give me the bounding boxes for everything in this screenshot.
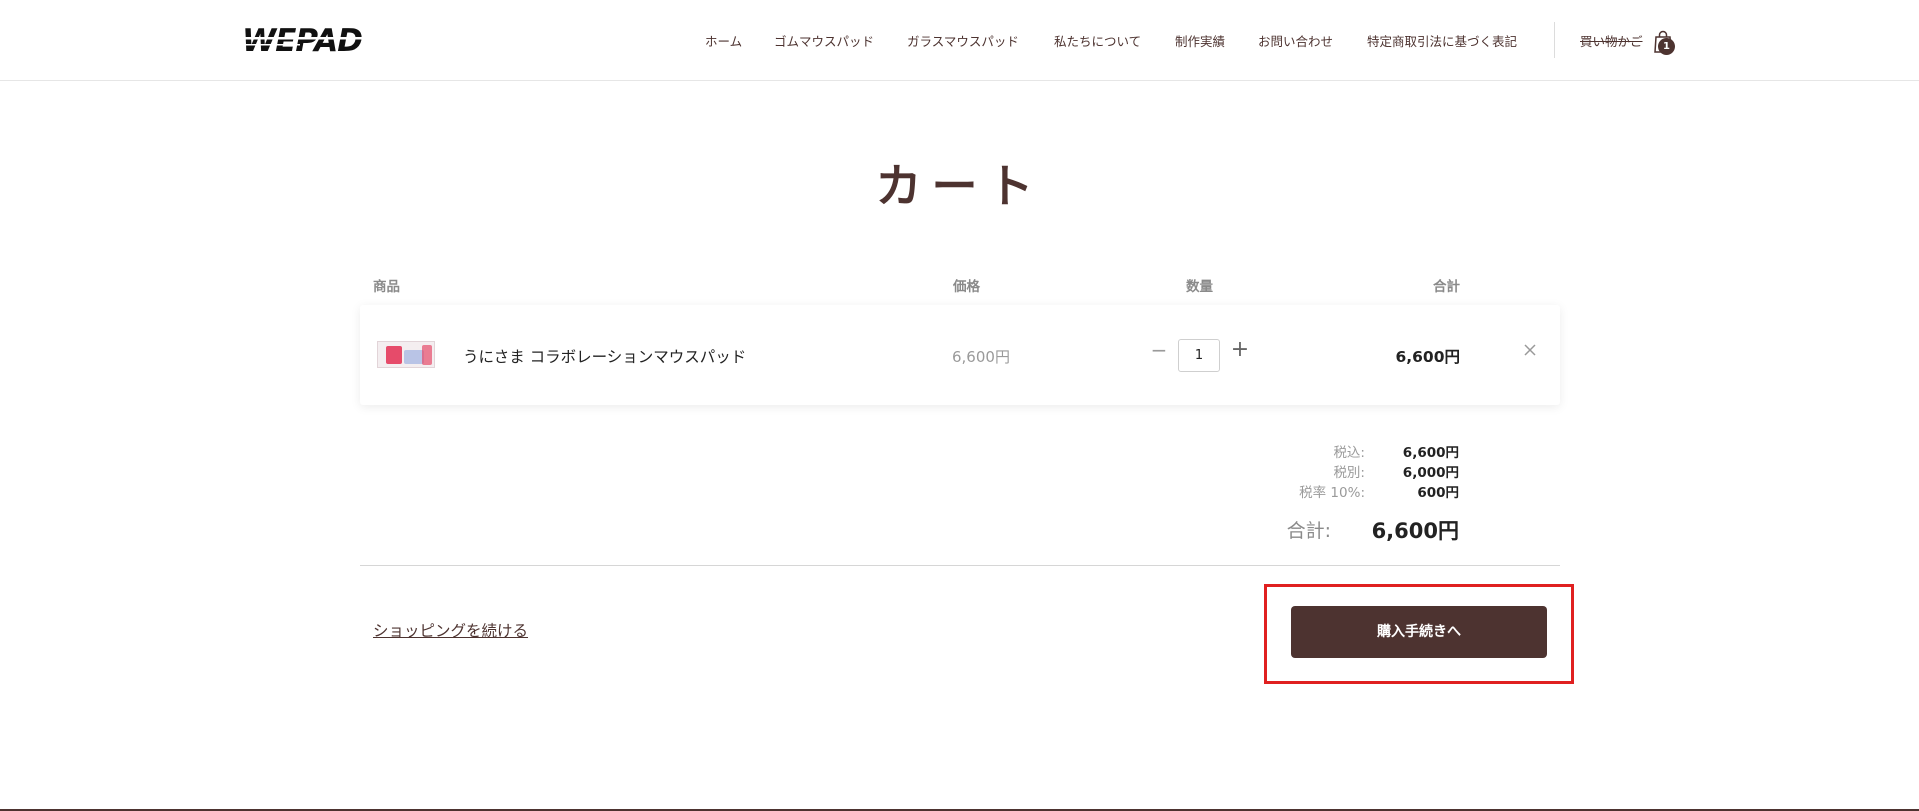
quantity-increase-button[interactable]: + [1229,338,1251,362]
nav-item-about[interactable]: 私たちについて [1054,31,1141,50]
quantity-decrease-button[interactable]: − [1149,338,1169,362]
nav-item-rubber-mousepad[interactable]: ゴムマウスパッド [774,31,874,50]
nav-item-contact[interactable]: お問い合わせ [1258,31,1333,50]
nav-item-glass-mousepad[interactable]: ガラスマウスパッド [907,31,1019,50]
cart-link[interactable]: 買い物かご [1580,31,1643,50]
line-total: 6,600円 [1395,348,1460,366]
tax-included-value: 6,600円 [1402,445,1459,461]
nav-item-works[interactable]: 制作実績 [1175,31,1225,50]
page-title: カート [875,159,1044,213]
nav-item-home[interactable]: ホーム [705,31,742,50]
nav-divider [1554,22,1555,58]
column-header-total: 合計 [1433,279,1460,295]
tax-rate-label: 税率 10%: [1299,485,1365,501]
tax-excluded-value: 6,000円 [1402,465,1459,481]
column-header-product: 商品 [373,279,400,295]
product-price: 6,600円 [952,348,1010,366]
tax-included-label: 税込: [1333,445,1365,461]
summary-divider [360,565,1560,566]
grand-total-label: 合計: [1286,520,1331,542]
product-name[interactable]: うにさま コラボレーションマウスパッド [463,345,746,367]
column-header-quantity: 数量 [1186,279,1213,295]
product-thumbnail[interactable] [377,341,435,368]
tax-excluded-label: 税別: [1333,465,1365,481]
continue-shopping-link[interactable]: ショッピングを続ける [373,619,528,641]
column-header-price: 価格 [953,279,980,295]
remove-item-icon[interactable] [1522,342,1538,358]
cart-count-badge: 1 [1658,38,1675,55]
quantity-input[interactable]: 1 [1178,339,1220,372]
tax-rate-value: 600円 [1417,485,1459,501]
cart-item-row: うにさま コラボレーションマウスパッド 6,600円 − 1 + 6,600円 [360,305,1560,405]
site-header: WEPAD ホーム ゴムマウスパッド ガラスマウスパッド 私たちについて 制作実… [0,0,1919,81]
wepad-logo[interactable]: WEPAD [240,22,396,56]
nav-item-legal[interactable]: 特定商取引法に基づく表記 [1367,31,1517,50]
grand-total-value: 6,600円 [1371,519,1459,543]
checkout-button[interactable]: 購入手続きへ [1291,606,1547,658]
